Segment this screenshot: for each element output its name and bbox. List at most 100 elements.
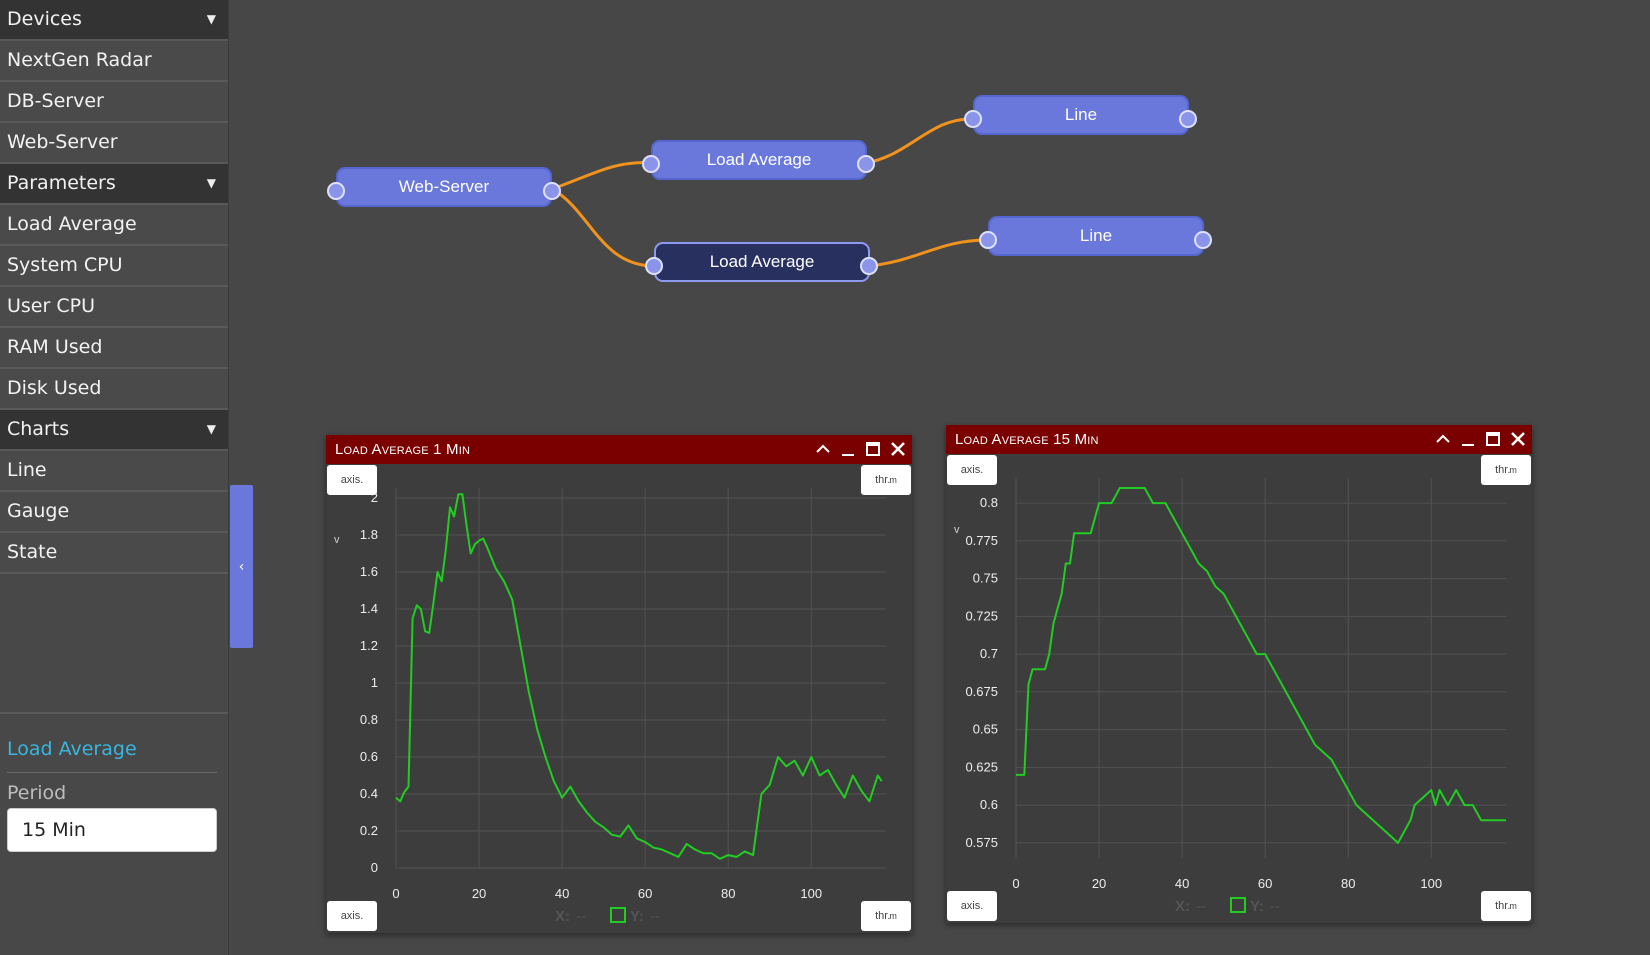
y-tick-label: 1.2 bbox=[360, 638, 378, 653]
readout-y-value: -- bbox=[1269, 898, 1280, 915]
node-output-port[interactable] bbox=[857, 155, 875, 173]
link-loadavg-bottom-line-bottom bbox=[869, 238, 988, 268]
close-icon[interactable] bbox=[887, 438, 909, 460]
node-input-port[interactable] bbox=[964, 110, 982, 128]
node-load-average-top[interactable]: Load Average bbox=[651, 140, 867, 180]
graph-links bbox=[551, 117, 988, 268]
section-header-parameters[interactable]: Parameters ▼ bbox=[0, 164, 228, 205]
y-tick-label: 0.8 bbox=[360, 712, 378, 727]
node-input-port[interactable] bbox=[979, 231, 997, 249]
sidebar-item-label: Web-Server bbox=[7, 131, 118, 153]
node-line-bottom[interactable]: Line bbox=[988, 216, 1204, 256]
node-output-port[interactable] bbox=[860, 257, 878, 275]
y-tick-label: 0.6 bbox=[360, 749, 378, 764]
y-tick-label: 0.6 bbox=[980, 797, 998, 812]
properties-divider bbox=[7, 772, 217, 773]
y-tick-label: 1.8 bbox=[360, 527, 378, 542]
collapse-up-icon[interactable] bbox=[812, 438, 834, 460]
y-tick-label: 1.4 bbox=[360, 601, 378, 616]
link-loadavg-top-line-top bbox=[865, 117, 973, 165]
period-input[interactable] bbox=[7, 808, 217, 852]
sidebar-item-load-average[interactable]: Load Average bbox=[0, 205, 228, 246]
y-tick-label: 0.625 bbox=[965, 759, 998, 774]
sidebar-item-label: Disk Used bbox=[7, 377, 102, 399]
link-webserver-loadavg-top bbox=[551, 161, 651, 191]
x-tick-label: 100 bbox=[1420, 876, 1442, 891]
threshold-button-label: thr. bbox=[1495, 900, 1511, 912]
line-chart: 0.575 0.6 0.625 0.65 0.675 0.7 0.725 0.75 0.775 0… bbox=[965, 478, 1506, 891]
sidebar-item-web-server[interactable]: Web-Server bbox=[0, 123, 228, 164]
maximize-icon[interactable] bbox=[1482, 428, 1504, 450]
sidebar-item-state[interactable]: State bbox=[0, 533, 228, 574]
link-webserver-loadavg-bottom bbox=[551, 187, 654, 268]
y-tick-label: 0.775 bbox=[965, 533, 998, 548]
caret-down-icon: ▼ bbox=[206, 12, 216, 26]
sidebar-item-user-cpu[interactable]: User CPU bbox=[0, 287, 228, 328]
axis-button-label: axis. bbox=[340, 474, 364, 486]
node-line-top[interactable]: Line bbox=[973, 95, 1189, 135]
node-output-port[interactable] bbox=[1194, 231, 1212, 249]
minimize-icon[interactable] bbox=[1457, 428, 1479, 450]
y-tick-label: 0.575 bbox=[965, 835, 998, 850]
collapse-up-icon[interactable] bbox=[1432, 428, 1454, 450]
node-input-port[interactable] bbox=[327, 182, 345, 200]
axis-button-bottom[interactable]: axis. bbox=[947, 891, 997, 921]
readout-y-value: -- bbox=[649, 908, 660, 925]
sidebar-item-db-server[interactable]: DB-Server bbox=[0, 82, 228, 123]
axis-button-bottom[interactable]: axis. bbox=[327, 901, 377, 931]
section-header-devices[interactable]: Devices ▼ bbox=[0, 0, 228, 41]
x-tick-label: 100 bbox=[800, 886, 822, 901]
axis-button-label: axis. bbox=[960, 900, 984, 912]
threshold-button-suffix: m bbox=[1509, 901, 1517, 911]
readout-x-label: X: bbox=[1175, 898, 1190, 915]
sidebar-item-label: Load Average bbox=[7, 213, 137, 235]
node-output-port[interactable] bbox=[543, 182, 561, 200]
axis-button-top[interactable]: axis. bbox=[947, 455, 997, 485]
threshold-button-top[interactable]: thr. m bbox=[1481, 455, 1531, 485]
sidebar-filler bbox=[0, 608, 228, 714]
sidebar-collapse-button[interactable]: ‹ bbox=[230, 485, 253, 648]
cursor-readout: X: -- Y: -- bbox=[1175, 897, 1280, 915]
node-load-average-bottom[interactable]: Load Average bbox=[654, 242, 870, 282]
maximize-icon[interactable] bbox=[862, 438, 884, 460]
properties-title: Load Average bbox=[7, 738, 137, 760]
section-header-label: Charts bbox=[7, 418, 70, 440]
readout-x-value: -- bbox=[576, 908, 586, 925]
node-output-port[interactable] bbox=[1179, 110, 1197, 128]
section-header-label: Devices bbox=[7, 8, 82, 30]
sidebar-item-ram-used[interactable]: RAM Used bbox=[0, 328, 228, 369]
sidebar-item-gauge[interactable]: Gauge bbox=[0, 492, 228, 533]
sidebar-item-label: NextGen Radar bbox=[7, 49, 152, 71]
sidebar-item-label: RAM Used bbox=[7, 336, 103, 358]
node-label: Web-Server bbox=[398, 177, 490, 196]
threshold-button-top[interactable]: thr. m bbox=[861, 465, 911, 495]
readout-x-label: X: bbox=[555, 908, 570, 925]
sidebar-item-nextgen-radar[interactable]: NextGen Radar bbox=[0, 41, 228, 82]
y-tick-label: 0 bbox=[371, 860, 378, 875]
node-input-port[interactable] bbox=[642, 155, 660, 173]
window-titlebar[interactable]: Load Average 1 Min bbox=[326, 435, 912, 464]
node-input-port[interactable] bbox=[645, 257, 663, 275]
threshold-button-bottom[interactable]: thr. m bbox=[1481, 891, 1531, 921]
axis-button-top[interactable]: axis. bbox=[327, 465, 377, 495]
threshold-button-suffix: m bbox=[889, 475, 897, 485]
sidebar-item-line[interactable]: Line bbox=[0, 451, 228, 492]
chart-window-load-average-1min: Load Average 1 Min 0 0.2 0.4 0.6 0.8 1 1.2 1.4 1… bbox=[326, 435, 912, 933]
sidebar-item-disk-used[interactable]: Disk Used bbox=[0, 369, 228, 410]
threshold-button-bottom[interactable]: thr. m bbox=[861, 901, 911, 931]
y-tick-label: 0.75 bbox=[973, 571, 998, 586]
x-tick-label: 60 bbox=[1258, 876, 1272, 891]
sidebar-item-system-cpu[interactable]: System CPU bbox=[0, 246, 228, 287]
threshold-button-suffix: m bbox=[889, 911, 897, 921]
close-icon[interactable] bbox=[1507, 428, 1529, 450]
x-tick-label: 60 bbox=[638, 886, 652, 901]
series-line bbox=[395, 493, 883, 860]
minimize-icon[interactable] bbox=[837, 438, 859, 460]
y-tick-label: 0.2 bbox=[360, 823, 378, 838]
node-web-server[interactable]: Web-Server bbox=[336, 167, 552, 207]
section-header-charts[interactable]: Charts ▼ bbox=[0, 410, 228, 451]
caret-down-icon: ▼ bbox=[206, 422, 216, 436]
readout-y-label: Y: bbox=[1250, 898, 1264, 915]
window-titlebar[interactable]: Load Average 15 Min bbox=[946, 425, 1532, 454]
caret-down-icon: ▼ bbox=[206, 176, 216, 190]
